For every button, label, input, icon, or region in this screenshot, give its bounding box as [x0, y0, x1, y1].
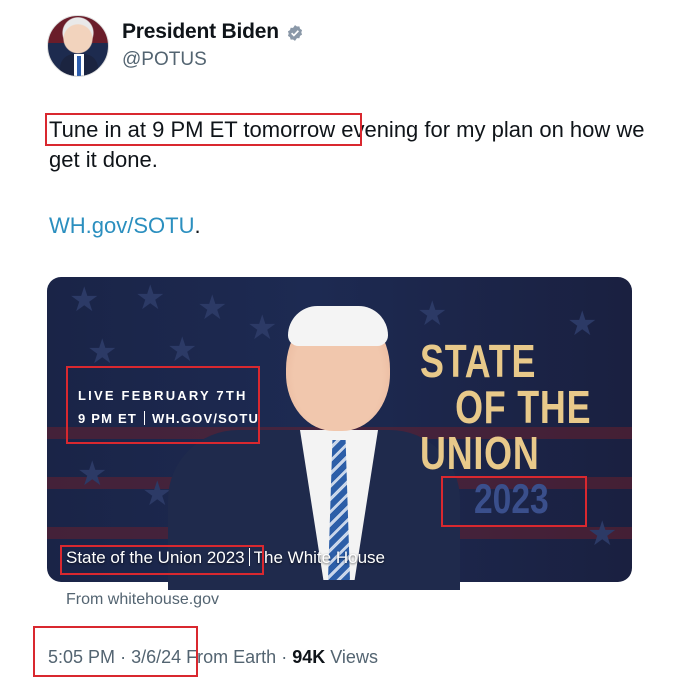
tweet-link-line: WH.gov/SOTU.	[49, 211, 201, 241]
tweet-date[interactable]: 3/6/24	[131, 647, 181, 667]
star-icon: ★	[247, 309, 278, 347]
star-icon: ★	[567, 305, 598, 343]
star-icon: ★	[197, 289, 228, 327]
star-icon: ★	[77, 455, 108, 493]
sotu-title: STATE OF THE UNION	[420, 338, 591, 476]
tweet-link-suffix: .	[194, 213, 201, 238]
author-name[interactable]: President Biden	[122, 20, 279, 44]
tweet-link[interactable]: WH.gov/SOTU	[49, 213, 194, 238]
tweet-meta: 5:05 PM · 3/6/24 From Earth · 94K Views	[48, 647, 378, 668]
star-icon: ★	[167, 331, 198, 369]
meta-separator: ·	[281, 647, 288, 667]
star-icon: ★	[417, 295, 448, 333]
divider	[248, 548, 250, 566]
sotu-title-line2: OF THE	[455, 381, 592, 433]
star-icon: ★	[87, 333, 118, 371]
sotu-title-line3: UNION	[420, 427, 540, 479]
views-count[interactable]: 94K	[292, 647, 325, 667]
live-date-text: LIVE FEBRUARY 7TH	[78, 388, 248, 403]
verified-badge-icon	[287, 25, 303, 41]
live-site: WH.GOV/SOTU	[151, 411, 260, 426]
avatar[interactable]	[47, 15, 109, 77]
card-caption[interactable]: State of the Union 2023 The White House	[66, 548, 385, 568]
caption-source: The White House	[253, 548, 385, 567]
tweet-text-highlighted: Tune in at 9 PM ET tomorrow	[49, 117, 336, 142]
views-label: Views	[330, 647, 378, 667]
tweet-text: Tune in at 9 PM ET tomorrow evening for …	[49, 115, 649, 175]
meta-separator: ·	[120, 647, 127, 667]
star-icon: ★	[135, 279, 166, 317]
sotu-title-line1: STATE	[420, 335, 537, 387]
caption-title: State of the Union 2023	[66, 548, 245, 567]
star-icon: ★	[587, 515, 618, 553]
tweet-time[interactable]: 5:05 PM	[48, 647, 115, 667]
sotu-year: 2023	[474, 475, 549, 522]
divider	[143, 411, 145, 425]
avatar-tie	[77, 56, 81, 76]
card-domain[interactable]: From whitehouse.gov	[66, 591, 219, 609]
tweet-location: From Earth	[186, 647, 277, 667]
star-icon: ★	[69, 281, 100, 319]
president-hair	[288, 306, 388, 346]
author-handle[interactable]: @POTUS	[122, 49, 207, 71]
live-time-text: 9 PM ET WH.GOV/SOTU	[78, 411, 259, 426]
live-time: 9 PM ET	[78, 411, 137, 426]
